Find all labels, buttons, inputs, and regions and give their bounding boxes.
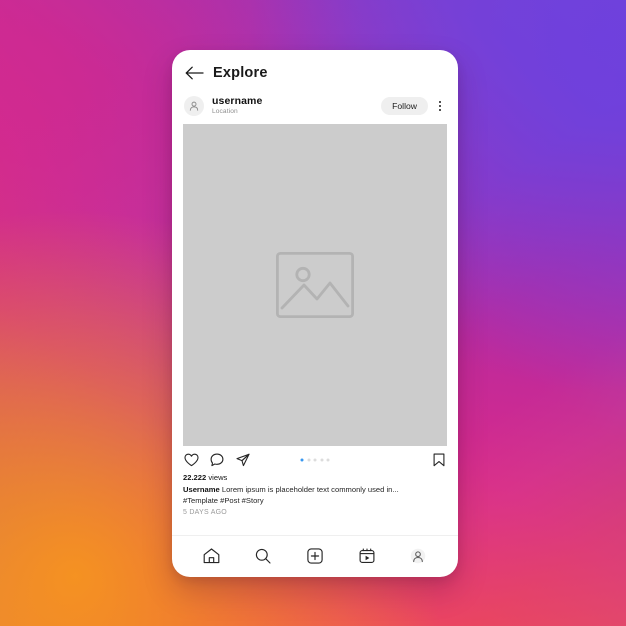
- kebab-dot: [439, 109, 441, 111]
- post-media[interactable]: [183, 124, 447, 446]
- page-title: Explore: [213, 64, 268, 81]
- views-label: views: [208, 473, 228, 482]
- carousel-dot[interactable]: [307, 458, 310, 461]
- caption-author[interactable]: Username: [183, 485, 220, 494]
- carousel-dots: [300, 458, 330, 461]
- gradient-background: Explore username Location Follow 22.222 …: [0, 0, 626, 626]
- search-icon: [256, 548, 271, 564]
- follow-button[interactable]: Follow: [381, 97, 428, 115]
- nav-item-home[interactable]: [201, 545, 223, 567]
- carousel-dot[interactable]: [320, 458, 323, 461]
- location-label[interactable]: Location: [212, 108, 381, 116]
- person-icon: [189, 101, 199, 111]
- profile-avatar-icon: [410, 548, 426, 563]
- bottom-navigation: [172, 535, 458, 577]
- post-timestamp: 5 DAYS AGO: [183, 509, 227, 517]
- heart-icon: [183, 453, 199, 466]
- post-header: username Location Follow: [172, 88, 458, 124]
- share-button[interactable]: [235, 452, 251, 468]
- nav-item-profile[interactable]: [407, 545, 429, 567]
- phone-mockup-card: Explore username Location Follow 22.222 …: [172, 50, 458, 577]
- image-placeholder-icon: [276, 252, 354, 318]
- action-icons-left: [183, 452, 251, 468]
- caption-block: 22.222 views Username Lorem ipsum is pla…: [183, 473, 447, 535]
- avatar[interactable]: [184, 96, 204, 116]
- explore-header: Explore: [172, 50, 458, 88]
- comment-button[interactable]: [209, 452, 225, 468]
- caption-body: Lorem ipsum is placeholder text commonly…: [221, 485, 399, 495]
- like-button[interactable]: [183, 452, 199, 468]
- kebab-dot: [439, 101, 441, 103]
- kebab-menu-icon[interactable]: [433, 97, 447, 115]
- reels-icon: [359, 547, 375, 563]
- user-meta: username Location: [212, 95, 381, 117]
- action-bar: [183, 446, 447, 473]
- home-icon: [203, 547, 220, 563]
- carousel-dot[interactable]: [326, 458, 330, 461]
- back-arrow-icon[interactable]: [185, 66, 204, 80]
- nav-item-create[interactable]: [304, 545, 326, 567]
- caption-text-line: Username Lorem ipsum is placeholder text…: [183, 484, 447, 495]
- bookmark-icon: [433, 453, 445, 466]
- paper-plane-icon: [236, 453, 250, 466]
- username-label[interactable]: username: [212, 95, 381, 108]
- views-count: 22.222 views: [183, 473, 447, 483]
- save-button[interactable]: [431, 452, 447, 468]
- kebab-dot: [439, 105, 441, 107]
- nav-item-search[interactable]: [252, 545, 274, 567]
- caption-hashtags[interactable]: #Template #Post #Story: [183, 495, 447, 506]
- nav-item-reels[interactable]: [356, 545, 378, 567]
- carousel-dot[interactable]: [313, 458, 317, 461]
- views-number: 22.222: [183, 473, 207, 482]
- comment-icon: [210, 453, 224, 466]
- carousel-dot-active[interactable]: [300, 458, 304, 461]
- plus-square-icon: [307, 547, 323, 564]
